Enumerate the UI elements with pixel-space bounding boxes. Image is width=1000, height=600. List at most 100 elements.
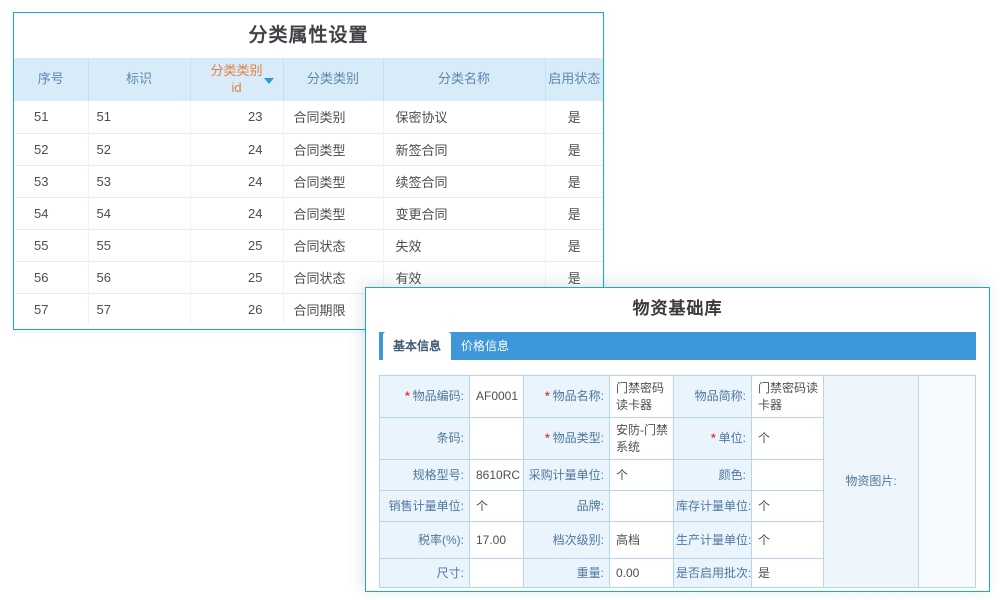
table-row[interactable]: 535324合同类型续签合同是: [14, 165, 603, 197]
table-cell: 合同状态: [283, 229, 383, 261]
material-form-body: *物品编码:AF0001*物品名称:门禁密码读卡器物品简称:门禁密码读卡器物资图…: [380, 376, 976, 588]
table-cell: 变更合同: [383, 197, 545, 229]
table-cell: 新签合同: [383, 133, 545, 165]
table-cell: 是: [545, 197, 603, 229]
field-label: 档次级别:: [524, 522, 610, 559]
field-label: 销售计量单位:: [380, 491, 470, 522]
required-asterisk: *: [711, 431, 716, 445]
field-value[interactable]: 个: [752, 418, 824, 460]
table-cell: 55: [14, 229, 88, 261]
field-value[interactable]: 是: [752, 559, 824, 588]
table-cell: 51: [14, 101, 88, 133]
field-value[interactable]: [470, 559, 524, 588]
field-label: 生产计量单位:: [674, 522, 752, 559]
column-header-3[interactable]: 分类类别: [283, 58, 383, 101]
field-value[interactable]: 个: [752, 522, 824, 559]
table-cell: 续签合同: [383, 165, 545, 197]
category-table: 序号 标识 分类类别id 分类类别 分类名称 启用状态 515123合同类别保密协议是52…: [14, 58, 603, 325]
field-value[interactable]: 17.00: [470, 522, 524, 559]
column-header-label: 分类类别id: [206, 63, 268, 96]
table-cell: 23: [190, 101, 283, 133]
tab-basic-info[interactable]: 基本信息: [383, 332, 451, 360]
table-cell: 57: [14, 293, 88, 325]
table-cell: 24: [190, 133, 283, 165]
field-value[interactable]: 门禁密码读卡器: [752, 376, 824, 418]
table-cell: 合同类型: [283, 165, 383, 197]
table-cell: 24: [190, 165, 283, 197]
field-label: 是否启用批次:: [674, 559, 752, 588]
column-header-label: 标识: [126, 71, 152, 87]
field-value[interactable]: 个: [470, 491, 524, 522]
material-image-label: 物资图片:: [824, 376, 919, 588]
field-value[interactable]: 0.00: [610, 559, 674, 588]
field-label: *单位:: [674, 418, 752, 460]
field-label: *物品类型:: [524, 418, 610, 460]
field-label: 颜色:: [674, 460, 752, 491]
material-panel-title: 物资基础库: [366, 298, 989, 320]
table-cell: 54: [88, 197, 190, 229]
table-cell: 是: [545, 229, 603, 261]
field-label: 规格型号:: [380, 460, 470, 491]
required-asterisk: *: [405, 389, 410, 403]
field-label: *物品编码:: [380, 376, 470, 418]
table-row[interactable]: 545424合同类型变更合同是: [14, 197, 603, 229]
page: 分类属性设置 序号标识分类类别id分类类别分类名称启用状态 515123合同类别…: [0, 0, 1000, 600]
field-value[interactable]: [470, 418, 524, 460]
field-value[interactable]: 安防-门禁系统: [610, 418, 674, 460]
field-value[interactable]: [752, 460, 824, 491]
table-cell: 55: [88, 229, 190, 261]
table-cell: 25: [190, 229, 283, 261]
field-label: 尺寸:: [380, 559, 470, 588]
column-header-2[interactable]: 分类类别id: [190, 58, 283, 101]
table-cell: 是: [545, 101, 603, 133]
field-label: 品牌:: [524, 491, 610, 522]
field-label: *物品名称:: [524, 376, 610, 418]
table-cell: 57: [88, 293, 190, 325]
column-header-5[interactable]: 启用状态: [545, 58, 603, 101]
table-cell: 54: [14, 197, 88, 229]
column-header-label: 分类类别: [307, 71, 359, 87]
column-header-label: 序号: [38, 71, 64, 87]
material-image-value[interactable]: [919, 376, 976, 588]
tab-price-info[interactable]: 价格信息: [451, 332, 519, 360]
table-cell: 52: [14, 133, 88, 165]
field-value[interactable]: AF0001: [470, 376, 524, 418]
category-table-header: 序号 标识 分类类别id 分类类别 分类名称 启用状态: [14, 58, 603, 101]
field-value[interactable]: 门禁密码读卡器: [610, 376, 674, 418]
table-cell: 53: [14, 165, 88, 197]
caret-down-icon[interactable]: [264, 78, 274, 84]
table-cell: 53: [88, 165, 190, 197]
material-library-panel: 物资基础库 基本信息 价格信息 *物品编码:AF0001*物品名称:门禁密码读卡…: [365, 287, 990, 592]
category-settings-panel: 分类属性设置 序号标识分类类别id分类类别分类名称启用状态 515123合同类别…: [13, 12, 604, 330]
field-value[interactable]: 个: [610, 460, 674, 491]
field-label: 重量:: [524, 559, 610, 588]
table-row[interactable]: 515123合同类别保密协议是: [14, 101, 603, 133]
field-label: 税率(%):: [380, 522, 470, 559]
table-cell: 51: [88, 101, 190, 133]
field-label: 采购计量单位:: [524, 460, 610, 491]
table-row[interactable]: 525224合同类型新签合同是: [14, 133, 603, 165]
required-asterisk: *: [545, 389, 550, 403]
category-header-row: 序号 标识 分类类别id 分类类别 分类名称 启用状态: [14, 58, 603, 101]
field-label: 库存计量单位:: [674, 491, 752, 522]
field-value[interactable]: 8610RC: [470, 460, 524, 491]
table-cell: 25: [190, 261, 283, 293]
table-cell: 52: [88, 133, 190, 165]
table-cell: 是: [545, 165, 603, 197]
column-header-0[interactable]: 序号: [14, 58, 88, 101]
field-value[interactable]: 高档: [610, 522, 674, 559]
column-header-1[interactable]: 标识: [88, 58, 190, 101]
field-value[interactable]: 个: [752, 491, 824, 522]
column-header-4[interactable]: 分类名称: [383, 58, 545, 101]
table-cell: 合同类型: [283, 197, 383, 229]
required-asterisk: *: [545, 431, 550, 445]
table-cell: 合同类别: [283, 101, 383, 133]
table-row[interactable]: 555525合同状态失效是: [14, 229, 603, 261]
tab-bar: 基本信息 价格信息: [379, 332, 976, 360]
field-value[interactable]: [610, 491, 674, 522]
material-form: *物品编码:AF0001*物品名称:门禁密码读卡器物品简称:门禁密码读卡器物资图…: [379, 375, 976, 588]
form-row: *物品编码:AF0001*物品名称:门禁密码读卡器物品简称:门禁密码读卡器物资图…: [380, 376, 976, 418]
column-header-label: 分类名称: [438, 71, 490, 87]
table-cell: 56: [88, 261, 190, 293]
field-label: 物品简称:: [674, 376, 752, 418]
